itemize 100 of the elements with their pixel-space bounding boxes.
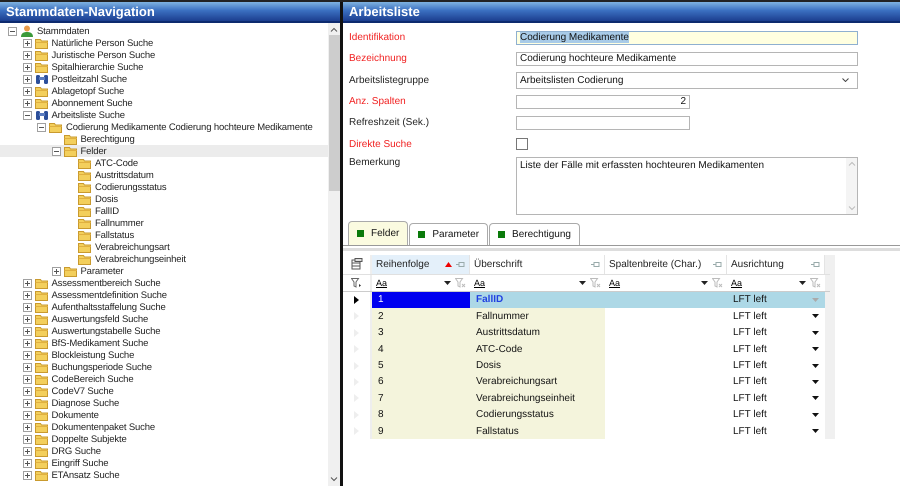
tree-item[interactable]: CodeBereich Suche: [0, 373, 328, 385]
tab[interactable]: Felder: [348, 220, 408, 245]
alignment-dropdown[interactable]: LFT left: [727, 324, 825, 341]
dropdown-arrow-icon[interactable]: [579, 280, 586, 285]
expand-icon[interactable]: [52, 266, 60, 276]
dropdown-arrow-icon[interactable]: [701, 280, 708, 285]
tree-item[interactable]: Auswertungsfeld Suche: [0, 313, 328, 325]
tree-item[interactable]: Abonnement Suche: [0, 97, 328, 109]
alignment-dropdown[interactable]: LFT left: [727, 340, 825, 358]
column-header[interactable]: Überschrift: [470, 254, 605, 274]
alignment-dropdown[interactable]: LFT left: [727, 390, 825, 407]
tree-item[interactable]: Natürliche Person Suche: [0, 37, 328, 49]
tree-item[interactable]: Doppelte Subjekte: [0, 433, 328, 445]
tree-item[interactable]: Dokumente: [0, 409, 328, 421]
tree-item[interactable]: Eingriff Suche: [0, 457, 328, 469]
expand-icon[interactable]: [22, 290, 32, 300]
tab[interactable]: Berechtigung: [489, 222, 580, 245]
expand-icon[interactable]: [22, 362, 32, 372]
collapse-icon[interactable]: [37, 122, 46, 132]
tree-item[interactable]: Assessmentdefinition Suche: [0, 289, 328, 301]
scrollbar[interactable]: [328, 23, 340, 486]
expand-icon[interactable]: [22, 470, 32, 480]
tree-item[interactable]: Felder: [0, 145, 328, 157]
dropdown-field[interactable]: Arbeitslisten Codierung: [516, 72, 858, 89]
tree-item[interactable]: Juristische Person Suche: [0, 49, 328, 61]
column-header[interactable]: Spaltenbreite (Char.): [605, 254, 727, 274]
alignment-dropdown[interactable]: LFT left: [727, 422, 825, 440]
tree-item[interactable]: Dosis: [0, 193, 328, 205]
tree-item[interactable]: Parameter: [0, 265, 328, 277]
tree-item[interactable]: DRG Suche: [0, 445, 328, 457]
tree-item[interactable]: CodeV7 Suche: [0, 385, 328, 397]
expand-icon[interactable]: [22, 278, 32, 288]
tree-item[interactable]: Assessmentbereich Suche: [0, 277, 328, 289]
alignment-dropdown[interactable]: LFT left: [727, 292, 825, 308]
tree-item[interactable]: Postleitzahl Suche: [0, 73, 328, 85]
expand-icon[interactable]: [22, 350, 32, 360]
number-field[interactable]: 2: [516, 94, 690, 109]
scroll-down-icon[interactable]: [330, 477, 338, 482]
number-field[interactable]: [516, 116, 690, 130]
expand-icon[interactable]: [22, 302, 32, 312]
tab[interactable]: Parameter: [409, 222, 488, 245]
tree-item[interactable]: ETAnsatz Suche: [0, 469, 328, 481]
tree-item[interactable]: Berechtigung: [0, 133, 328, 145]
tree-item[interactable]: Verabreichungseinheit: [0, 253, 328, 265]
expand-icon[interactable]: [22, 458, 32, 468]
tree-item[interactable]: Dokumentenpaket Suche: [0, 421, 328, 433]
column-header[interactable]: Ausrichtung: [727, 254, 825, 274]
column-header[interactable]: Reihenfolge: [372, 254, 470, 274]
tree-item[interactable]: Stammdaten: [0, 25, 328, 37]
tree-item[interactable]: FallID: [0, 205, 328, 217]
tree-item[interactable]: Spitalhierarchie Suche: [0, 61, 328, 73]
expand-icon[interactable]: [22, 422, 32, 432]
tree-item[interactable]: Arbeitsliste Suche: [0, 109, 328, 121]
tree-item[interactable]: Auswertungstabelle Suche: [0, 325, 328, 337]
expand-icon[interactable]: [22, 326, 32, 336]
expand-icon[interactable]: [22, 434, 32, 444]
column-chooser-icon[interactable]: [350, 258, 362, 270]
collapse-icon[interactable]: [52, 146, 60, 156]
collapse-icon[interactable]: [8, 26, 17, 36]
alignment-dropdown[interactable]: LFT left: [727, 406, 825, 423]
expand-icon[interactable]: [22, 38, 32, 48]
row-indicator[interactable]: [343, 292, 372, 308]
tree-item[interactable]: ATC-Code: [0, 157, 328, 169]
alignment-dropdown[interactable]: LFT left: [727, 374, 825, 390]
expand-icon[interactable]: [22, 446, 32, 456]
dropdown-arrow-icon[interactable]: [444, 280, 451, 285]
expand-icon[interactable]: [22, 98, 32, 108]
scrollbar-thumb[interactable]: [328, 35, 340, 191]
expand-icon[interactable]: [22, 74, 32, 84]
dropdown-arrow-icon[interactable]: [799, 280, 806, 285]
expand-icon[interactable]: [22, 62, 32, 72]
tree-item[interactable]: Codierung Medikamente Codierung hochteure Medikamente: [0, 121, 328, 133]
tree-item[interactable]: Fallstatus: [0, 229, 328, 241]
text-field[interactable]: Codierung hochteure Medikamente: [516, 52, 858, 66]
tree-item[interactable]: Austrittsdatum: [0, 169, 328, 181]
expand-icon[interactable]: [22, 86, 32, 96]
expand-icon[interactable]: [22, 374, 32, 384]
tree-item[interactable]: Diagnose Suche: [0, 397, 328, 409]
expand-icon[interactable]: [22, 386, 32, 396]
expand-icon[interactable]: [22, 50, 32, 60]
text-field[interactable]: Codierung Medikamente: [516, 30, 858, 45]
expand-icon[interactable]: [22, 398, 32, 408]
tree-item[interactable]: Fallnummer: [0, 217, 328, 229]
scroll-up-icon[interactable]: [330, 27, 338, 32]
tree-item[interactable]: Buchungsperiode Suche: [0, 361, 328, 373]
tree-item[interactable]: Aufenthaltsstaffelung Suche: [0, 301, 328, 313]
collapse-icon[interactable]: [22, 110, 32, 120]
tree-item[interactable]: Ablagetopf Suche: [0, 85, 328, 97]
alignment-dropdown[interactable]: LFT left: [727, 308, 825, 325]
alignment-dropdown[interactable]: LFT left: [727, 357, 825, 374]
expand-icon[interactable]: [22, 314, 32, 324]
tree-item[interactable]: Codierungsstatus: [0, 181, 328, 193]
expand-icon[interactable]: [22, 410, 32, 420]
checkbox[interactable]: [516, 138, 528, 150]
tree-item[interactable]: Verabreichungsart: [0, 241, 328, 253]
table-cell: 5: [372, 357, 470, 374]
expand-icon[interactable]: [22, 338, 32, 348]
tree-item[interactable]: Blockleistung Suche: [0, 349, 328, 361]
tree-item[interactable]: BfS-Medikament Suche: [0, 337, 328, 349]
filter-icon[interactable]: [351, 278, 362, 288]
